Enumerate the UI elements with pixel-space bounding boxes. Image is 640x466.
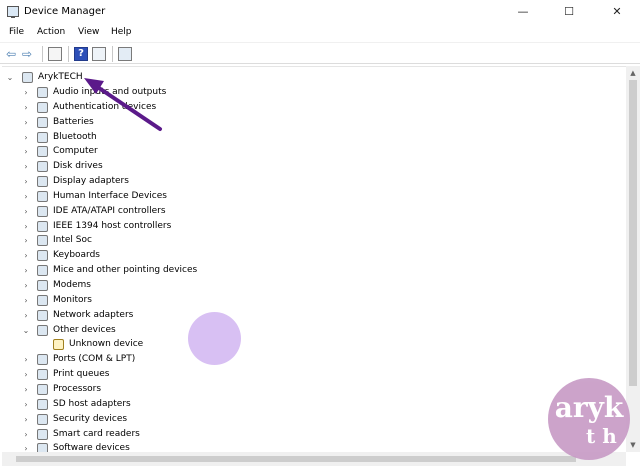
scroll-thumb[interactable]: [629, 80, 637, 386]
scroll-up-icon[interactable]: ▲: [626, 66, 640, 80]
horizontal-scrollbar[interactable]: [2, 452, 626, 466]
watermark-logo: aryk t h: [548, 378, 630, 460]
watermark-sub: t h: [586, 424, 617, 448]
annotation-arrow: [84, 78, 162, 131]
arrow-shaft: [94, 84, 162, 131]
vertical-scrollbar[interactable]: ▲ ▼: [626, 66, 640, 452]
scroll-down-icon[interactable]: ▼: [626, 438, 640, 452]
click-indicator: [188, 312, 241, 365]
hscroll-thumb[interactable]: [16, 456, 576, 462]
watermark-text: aryk: [554, 391, 624, 424]
